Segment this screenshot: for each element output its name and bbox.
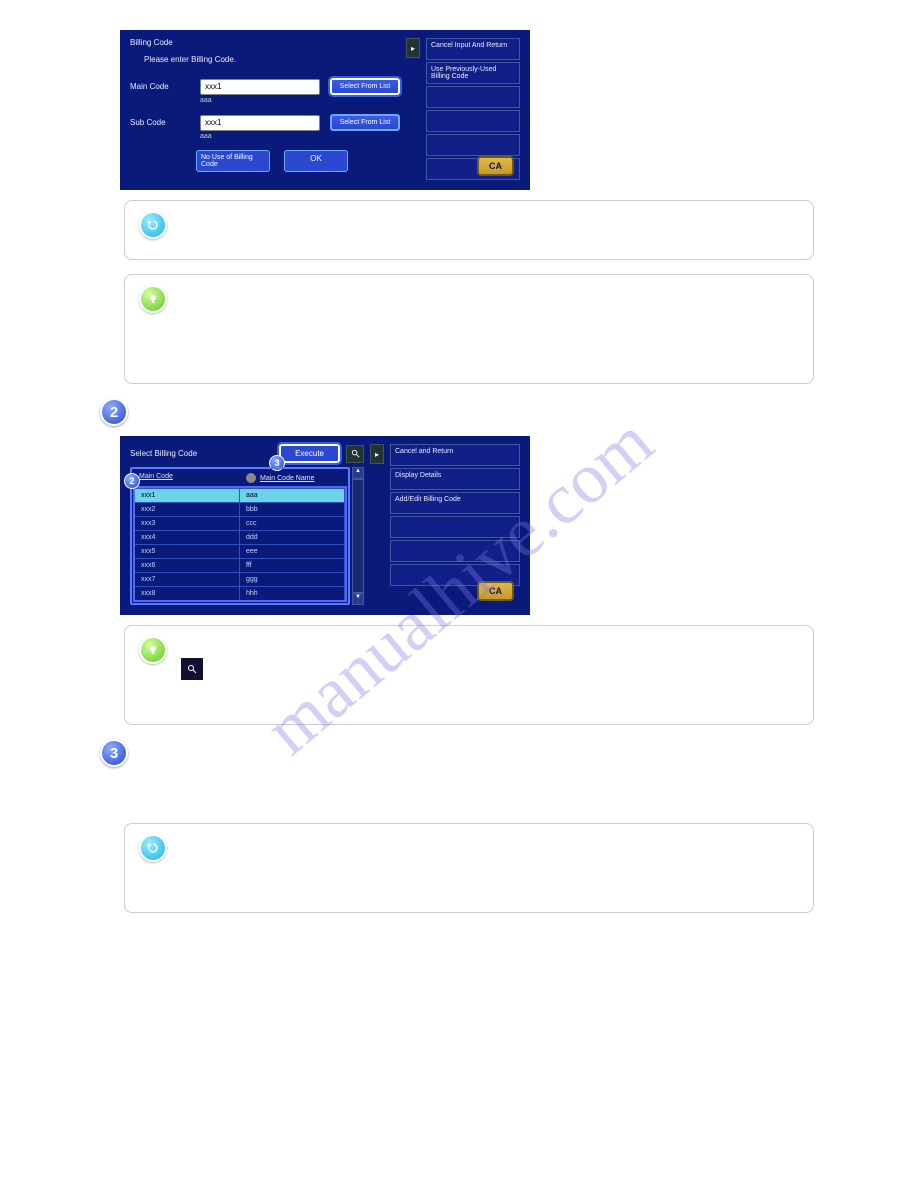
list-row[interactable]: xxx8hhh	[135, 586, 345, 600]
search-icon	[350, 448, 361, 459]
sub-select-from-list-button[interactable]: Select From List	[330, 114, 400, 131]
list-row[interactable]: xxx6fff	[135, 558, 345, 572]
step-2-marker: 2	[100, 398, 128, 426]
side-empty-1	[390, 516, 520, 538]
ca-button[interactable]: CA	[477, 156, 514, 176]
side-empty-2	[390, 540, 520, 562]
side-empty-3	[426, 134, 520, 156]
scroll-up-icon[interactable]: ▲	[352, 467, 364, 479]
side-panel-toggle[interactable]: ▸	[370, 444, 384, 464]
ca-button[interactable]: CA	[477, 581, 514, 601]
list-row[interactable]: xxx4ddd	[135, 530, 345, 544]
side-cancel-return[interactable]: Cancel and Return	[390, 444, 520, 466]
sub-code-hint: aaa	[200, 133, 400, 140]
list-row[interactable]: xxx5eee	[135, 544, 345, 558]
side-panel-toggle[interactable]: ▸	[406, 38, 420, 58]
lightbulb-icon	[139, 636, 167, 664]
list-header: Main Code Main Code Name	[133, 470, 347, 486]
panel2-title: Select Billing Code	[130, 449, 273, 458]
main-code-input[interactable]	[200, 79, 320, 95]
no-use-billing-code-button[interactable]: No Use of Billing Code	[196, 150, 270, 172]
search-button[interactable]	[346, 445, 364, 463]
callout-marker-2: 2	[124, 473, 140, 489]
tip-callout-1	[124, 274, 814, 384]
return-icon	[139, 834, 167, 862]
panel-subtitle: Please enter Billing Code.	[144, 55, 400, 64]
side-empty-1	[426, 86, 520, 108]
info-callout-return-2	[124, 823, 814, 913]
main-code-hint: aaa	[200, 97, 400, 104]
side-display-details[interactable]: Display Details	[390, 468, 520, 490]
col-main-code-name[interactable]: Main Code Name	[260, 475, 314, 482]
step-3-marker: 3	[100, 739, 128, 767]
ok-button[interactable]: OK	[284, 150, 348, 172]
side-empty-2	[426, 110, 520, 132]
tip-callout-2	[124, 625, 814, 725]
list-row[interactable]: xxx1aaa	[135, 488, 345, 502]
chevron-right-icon: ▸	[411, 44, 415, 53]
billing-code-list: xxx1aaa xxx2bbb xxx3ccc xxx4ddd xxx5eee …	[133, 486, 347, 602]
main-code-label: Main Code	[130, 82, 190, 91]
billing-code-entry-panel: Billing Code Please enter Billing Code. …	[120, 30, 530, 190]
list-row[interactable]: xxx7ggg	[135, 572, 345, 586]
sort-icon	[246, 473, 256, 483]
col-main-code[interactable]: Main Code	[133, 470, 240, 486]
panel-title: Billing Code	[130, 38, 400, 47]
chevron-right-icon: ▸	[375, 450, 379, 459]
side-add-edit-billing-code[interactable]: Add/Edit Billing Code	[390, 492, 520, 514]
select-billing-code-panel: Select Billing Code Execute 3 2 Main Cod…	[120, 436, 530, 615]
execute-button[interactable]: Execute	[279, 444, 340, 463]
side-use-previous-code[interactable]: Use Previously-Used Billing Code	[426, 62, 520, 84]
info-callout-return	[124, 200, 814, 260]
lightbulb-icon	[139, 285, 167, 313]
sub-code-label: Sub Code	[130, 118, 190, 127]
scroll-down-icon[interactable]: ▼	[352, 593, 364, 605]
return-icon	[139, 211, 167, 239]
search-icon-inline	[181, 658, 203, 680]
list-scrollbar[interactable]: ▲ ▼	[352, 467, 364, 605]
list-row[interactable]: xxx2bbb	[135, 502, 345, 516]
list-row[interactable]: xxx3ccc	[135, 516, 345, 530]
side-cancel-input-return[interactable]: Cancel Input And Return	[426, 38, 520, 60]
main-select-from-list-button[interactable]: Select From List	[330, 78, 400, 95]
sub-code-input[interactable]	[200, 115, 320, 131]
